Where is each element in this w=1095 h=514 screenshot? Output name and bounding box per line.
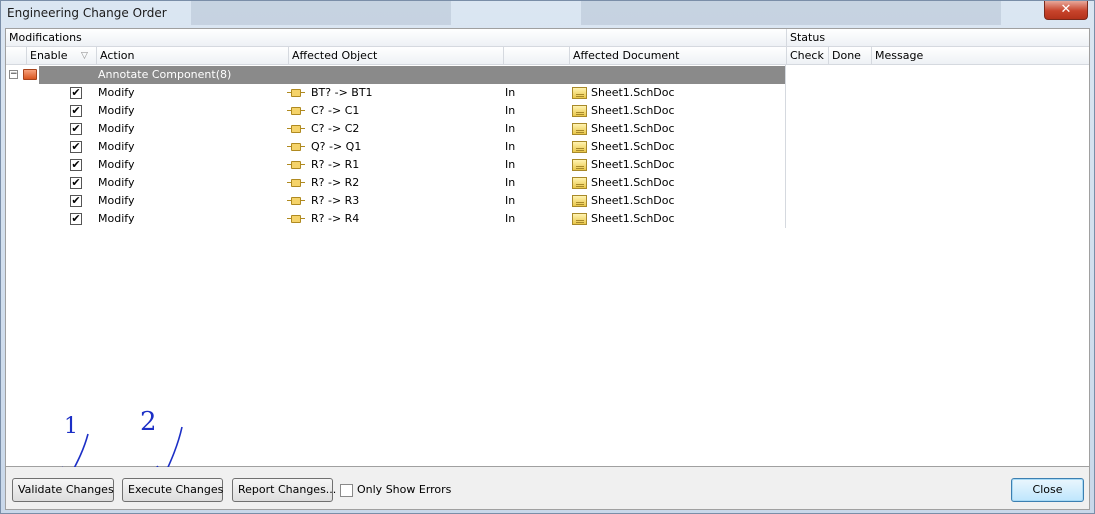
- close-button[interactable]: Close: [1011, 478, 1084, 502]
- report-changes-button[interactable]: Report Changes...: [232, 478, 336, 502]
- window-title: Engineering Change Order: [7, 6, 167, 20]
- background-window-ghost: [581, 1, 1001, 25]
- validate-changes-button[interactable]: Validate Changes: [12, 478, 114, 502]
- dialog-client: Modifications Status Enable ▽ Action Aff…: [5, 28, 1090, 510]
- annotation-arrows: [62, 426, 183, 467]
- background-window-ghost: [191, 1, 451, 25]
- modifications-grid: Modifications Status Enable ▽ Action Aff…: [6, 29, 1089, 467]
- eco-dialog: Engineering Change Order ✕ Modifications…: [0, 0, 1095, 514]
- only-show-errors-label: Only Show Errors: [357, 483, 452, 496]
- only-show-errors-checkbox[interactable]: [340, 484, 353, 497]
- window-close-icon[interactable]: ✕: [1044, 1, 1088, 20]
- execute-changes-button[interactable]: Execute Changes: [122, 478, 223, 502]
